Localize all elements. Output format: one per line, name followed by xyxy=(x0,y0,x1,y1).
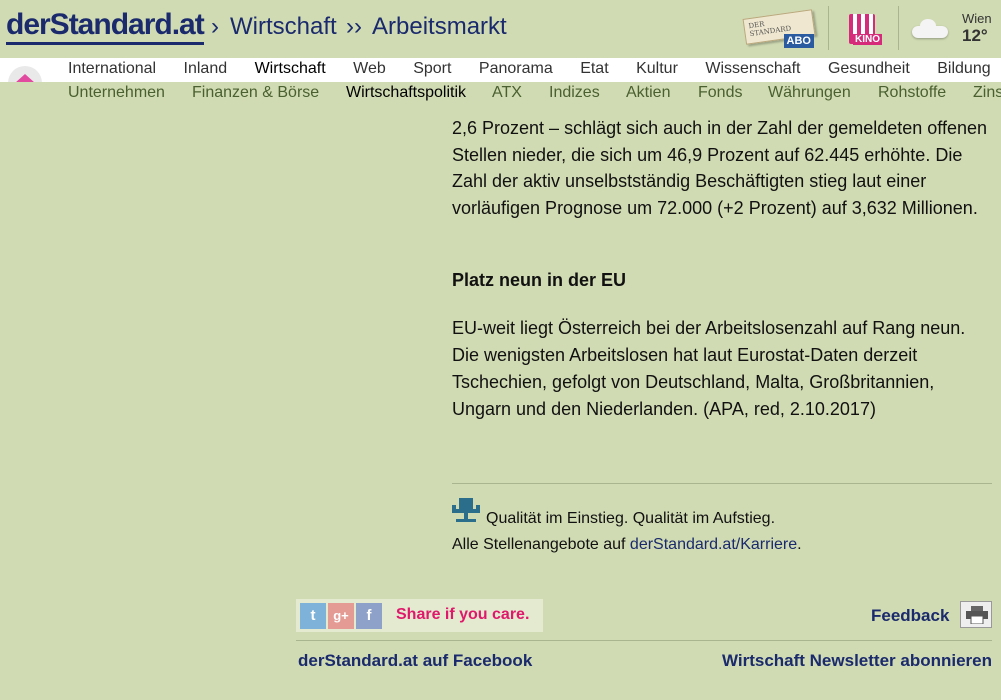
share-box: t g+ f Share if you care. xyxy=(296,599,543,632)
subnav-item-aktien[interactable]: Aktien xyxy=(626,84,670,102)
subnav-item-unternehmen[interactable]: Unternehmen xyxy=(68,84,165,102)
site-logo[interactable]: derStandard.at xyxy=(6,8,205,45)
weather-temperature: 12° xyxy=(962,26,988,45)
google-plus-icon[interactable]: g+ xyxy=(328,603,354,629)
twitter-icon[interactable]: t xyxy=(300,603,326,629)
print-icon xyxy=(966,606,988,624)
article-paragraph: 2,6 Prozent – schlägt sich auch in der Z… xyxy=(452,118,988,218)
newsletter-subscribe-link[interactable]: Wirtschaft Newsletter abonnieren xyxy=(722,651,992,671)
header-divider xyxy=(828,6,829,50)
subnav-item-zins[interactable]: Zins xyxy=(973,84,1001,102)
breadcrumb-separator: › xyxy=(211,13,219,40)
karriere-link[interactable]: derStandard.at/Karriere xyxy=(630,536,797,553)
nav-item-bildung[interactable]: Bildung xyxy=(937,59,990,79)
karriere-text: Alle Stellenangebote auf derStandard.at/… xyxy=(452,536,802,554)
divider xyxy=(452,483,992,484)
subnav-item-indizes[interactable]: Indizes xyxy=(549,84,600,102)
breadcrumb-separator-double: ›› xyxy=(346,13,362,40)
feedback-link[interactable]: Feedback xyxy=(871,606,949,626)
nav-item-wirtschaft[interactable]: Wirtschaft xyxy=(255,59,326,79)
karriere-suffix: . xyxy=(797,536,802,553)
breadcrumb-arbeitsmarkt[interactable]: Arbeitsmarkt xyxy=(372,13,507,41)
subnav-item-fonds[interactable]: Fonds xyxy=(698,84,742,102)
subnav-item-atx[interactable]: ATX xyxy=(492,84,522,102)
nav-item-kultur[interactable]: Kultur xyxy=(636,59,678,79)
nav-item-sport[interactable]: Sport xyxy=(413,59,451,79)
nav-item-international[interactable]: International xyxy=(68,59,156,79)
karriere-prefix: Alle Stellenangebote auf xyxy=(452,536,630,553)
cloud-icon xyxy=(912,19,948,38)
subnav-item-wirtschaftspolitik[interactable]: Wirtschaftspolitik xyxy=(346,84,466,102)
subnav-item-finanzen-boerse[interactable]: Finanzen & Börse xyxy=(192,84,319,102)
karriere-slogan: Qualität im Einstieg. Qualität im Aufsti… xyxy=(486,510,776,527)
divider xyxy=(296,640,992,641)
breadcrumb-wirtschaft[interactable]: Wirtschaft xyxy=(230,13,337,41)
kino-button[interactable]: KINO xyxy=(843,8,887,48)
share-label: Share if you care. xyxy=(396,606,530,623)
kino-label: KINO xyxy=(853,34,882,45)
weather-city: Wien xyxy=(962,11,992,26)
weather-widget[interactable] xyxy=(912,19,952,40)
header-divider xyxy=(898,6,899,50)
nav-item-inland[interactable]: Inland xyxy=(184,59,228,79)
nav-item-wissenschaft[interactable]: Wissenschaft xyxy=(705,59,800,79)
abo-button[interactable]: DER STANDARD ABO xyxy=(742,9,816,48)
article-paragraph: EU-weit liegt Österreich bei der Arbeits… xyxy=(452,318,966,419)
nav-item-gesundheit[interactable]: Gesundheit xyxy=(828,59,910,79)
print-button[interactable] xyxy=(960,601,992,628)
subnav-item-waehrungen[interactable]: Währungen xyxy=(768,84,851,102)
nav-item-panorama[interactable]: Panorama xyxy=(479,59,553,79)
abo-label: ABO xyxy=(783,34,814,48)
sub-navigation: Unternehmen Finanzen & Börse Wirtschafts… xyxy=(0,82,1001,106)
facebook-page-link[interactable]: derStandard.at auf Facebook xyxy=(298,651,532,671)
main-nav-items: International Inland Wirtschaft Web Spor… xyxy=(68,59,1001,79)
facebook-icon[interactable]: f xyxy=(356,603,382,629)
office-chair-icon xyxy=(452,498,480,522)
nav-item-web[interactable]: Web xyxy=(353,59,386,79)
nav-item-etat[interactable]: Etat xyxy=(580,59,608,79)
subnav-item-rohstoffe[interactable]: Rohstoffe xyxy=(878,84,946,102)
site-header: derStandard.at › Wirtschaft ›› Arbeitsma… xyxy=(0,0,1001,58)
article-subheading: Platz neun in der EU xyxy=(452,270,627,290)
